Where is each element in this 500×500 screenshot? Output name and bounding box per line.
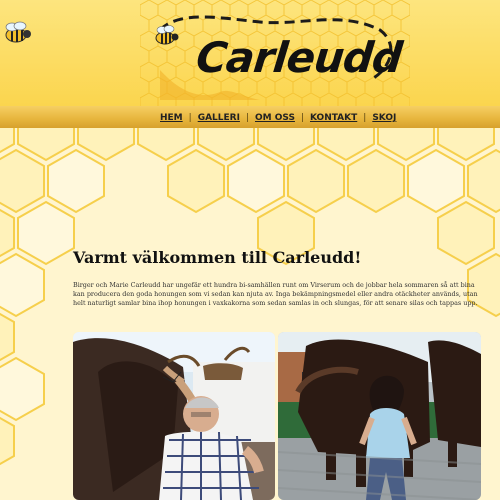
nav-item-skoj[interactable]: SKOJ bbox=[372, 113, 396, 123]
main-navigation: HEM | GALLERI | OM OSS | KONTAKT | SKOJ bbox=[0, 106, 500, 129]
photo-man-with-moose-sculpture[interactable] bbox=[73, 332, 275, 500]
nav-item-hem[interactable]: HEM bbox=[160, 113, 183, 123]
intro-paragraph: Birger och Marie Carleudd har ungefär et… bbox=[73, 281, 478, 307]
nav-item-kontakt[interactable]: KONTAKT bbox=[310, 113, 357, 123]
nav-separator: | bbox=[245, 113, 249, 123]
nav-item-om-oss[interactable]: OM OSS bbox=[255, 113, 295, 123]
nav-separator: | bbox=[363, 113, 367, 123]
bee-icon bbox=[5, 21, 31, 43]
bee-icon bbox=[155, 25, 179, 45]
nav-list: HEM | GALLERI | OM OSS | KONTAKT | SKOJ bbox=[160, 110, 396, 126]
site-header: Carleudd bbox=[0, 0, 500, 106]
nav-separator: | bbox=[300, 113, 304, 123]
page-title: Varmt välkommen till Carleudd! bbox=[73, 248, 362, 267]
site-logo[interactable]: Carleudd bbox=[193, 33, 404, 93]
nav-item-galleri[interactable]: GALLERI bbox=[198, 113, 240, 123]
photo-woman-with-moose-sculptures[interactable] bbox=[278, 332, 481, 500]
nav-separator: | bbox=[188, 113, 192, 123]
main-content: Varmt välkommen till Carleudd! Birger oc… bbox=[73, 248, 481, 308]
